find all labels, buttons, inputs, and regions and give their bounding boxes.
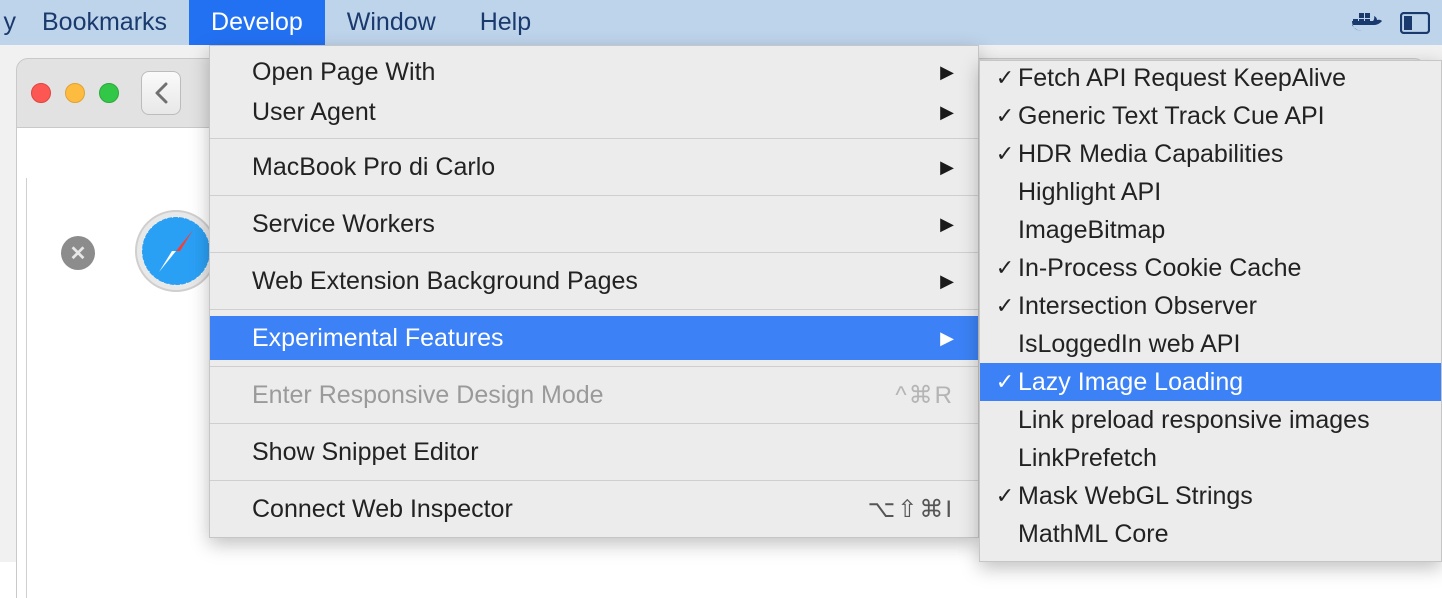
close-window-button[interactable] (31, 83, 51, 103)
check-icon: ✓ (992, 65, 1018, 91)
submenu-item[interactable]: ✓Generic Text Track Cue API (980, 97, 1441, 135)
menu-service-workers[interactable]: Service Workers ▶ (210, 202, 978, 246)
submenu-item-label: MathML Core (1018, 520, 1169, 549)
menu-item-label: User Agent (252, 98, 376, 127)
menu-enter-responsive-design-mode: Enter Responsive Design Mode ^⌘R (210, 373, 978, 417)
menu-separator (210, 366, 978, 367)
submenu-item-label: Lazy Image Loading (1018, 368, 1243, 397)
menu-shortcut: ^⌘R (895, 381, 954, 410)
back-button[interactable] (141, 71, 181, 115)
menu-separator (210, 138, 978, 139)
submenu-item[interactable]: Link preload responsive images (980, 401, 1441, 439)
menu-user-agent[interactable]: User Agent ▶ (210, 92, 978, 132)
submenu-item-label: Highlight API (1018, 178, 1161, 207)
submenu-item[interactable]: Highlight API (980, 173, 1441, 211)
menu-web-ext-bg-pages[interactable]: Web Extension Background Pages ▶ (210, 259, 978, 303)
menu-separator (210, 480, 978, 481)
submenu-arrow-icon: ▶ (940, 157, 954, 178)
docker-icon[interactable] (1350, 11, 1384, 35)
submenu-item[interactable]: ✓Mask WebGL Strings (980, 477, 1441, 515)
menu-open-page-with[interactable]: Open Page With ▶ (210, 52, 978, 92)
submenu-item-label: LinkPrefetch (1018, 444, 1157, 473)
menu-item-label: Service Workers (252, 210, 435, 239)
submenu-arrow-icon: ▶ (940, 102, 954, 123)
check-icon: ✓ (992, 141, 1018, 167)
submenu-item[interactable]: ✓Lazy Image Loading (980, 363, 1441, 401)
submenu-item-label: Intersection Observer (1018, 292, 1257, 321)
menu-bookmarks[interactable]: Bookmarks (20, 0, 189, 45)
menu-develop[interactable]: Develop (189, 0, 325, 45)
develop-dropdown: Open Page With ▶ User Agent ▶ MacBook Pr… (209, 45, 979, 538)
check-icon: ✓ (992, 293, 1018, 319)
experimental-features-submenu: ✓Fetch API Request KeepAlive✓Generic Tex… (979, 60, 1442, 562)
submenu-item[interactable]: ✓HDR Media Capabilities (980, 135, 1441, 173)
safari-compass-icon (133, 208, 219, 294)
menu-window[interactable]: Window (325, 0, 458, 45)
menu-item-label: Web Extension Background Pages (252, 267, 638, 296)
submenu-arrow-icon: ▶ (940, 328, 954, 349)
partial-menu-glyph: y (0, 8, 20, 37)
menu-show-snippet-editor[interactable]: Show Snippet Editor (210, 430, 978, 474)
menubar: y Bookmarks Develop Window Help (0, 0, 1442, 45)
minimize-window-button[interactable] (65, 83, 85, 103)
menu-item-label: Enter Responsive Design Mode (252, 381, 604, 410)
submenu-item-label: HDR Media Capabilities (1018, 140, 1283, 169)
submenu-item[interactable]: ✓Fetch API Request KeepAlive (980, 60, 1441, 97)
menu-separator (210, 309, 978, 310)
menubar-tray (1350, 11, 1442, 35)
submenu-item[interactable]: MathML Core (980, 515, 1441, 553)
check-icon: ✓ (992, 103, 1018, 129)
menu-item-label: MacBook Pro di Carlo (252, 153, 495, 182)
submenu-item[interactable]: IsLoggedIn web API (980, 325, 1441, 363)
submenu-item-label: Link preload responsive images (1018, 406, 1370, 435)
submenu-item-label: ImageBitmap (1018, 216, 1165, 245)
check-icon: ✓ (992, 483, 1018, 509)
menu-item-label: Experimental Features (252, 324, 504, 353)
menu-item-label: Show Snippet Editor (252, 438, 479, 467)
menu-separator (210, 195, 978, 196)
zoom-window-button[interactable] (99, 83, 119, 103)
menu-connect-web-inspector[interactable]: Connect Web Inspector ⌥⇧⌘I (210, 487, 978, 531)
submenu-arrow-icon: ▶ (940, 271, 954, 292)
menu-item-label: Connect Web Inspector (252, 495, 513, 524)
submenu-arrow-icon: ▶ (940, 214, 954, 235)
submenu-item-label: Fetch API Request KeepAlive (1018, 64, 1346, 93)
menu-separator (210, 252, 978, 253)
submenu-item[interactable]: ✓In-Process Cookie Cache (980, 249, 1441, 287)
submenu-item-label: In-Process Cookie Cache (1018, 254, 1301, 283)
menu-item-label: Open Page With (252, 58, 435, 87)
sidebar-toggle-icon[interactable] (1400, 12, 1430, 34)
submenu-arrow-icon: ▶ (940, 62, 954, 83)
check-icon: ✓ (992, 369, 1018, 395)
menu-separator (210, 423, 978, 424)
submenu-item-label: IsLoggedIn web API (1018, 330, 1240, 359)
traffic-lights (31, 83, 119, 103)
menu-device-macbookpro[interactable]: MacBook Pro di Carlo ▶ (210, 145, 978, 189)
submenu-item[interactable]: LinkPrefetch (980, 439, 1441, 477)
menu-shortcut: ⌥⇧⌘I (868, 495, 954, 524)
submenu-item-label: Generic Text Track Cue API (1018, 102, 1325, 131)
submenu-item[interactable]: ✓Intersection Observer (980, 287, 1441, 325)
check-icon: ✓ (992, 255, 1018, 281)
menu-experimental-features[interactable]: Experimental Features ▶ (210, 316, 978, 360)
menu-help[interactable]: Help (458, 0, 553, 45)
submenu-item[interactable]: ImageBitmap (980, 211, 1441, 249)
close-tab-button[interactable]: ✕ (61, 236, 95, 270)
submenu-item-label: Mask WebGL Strings (1018, 482, 1253, 511)
sidebar-edge (17, 178, 27, 598)
